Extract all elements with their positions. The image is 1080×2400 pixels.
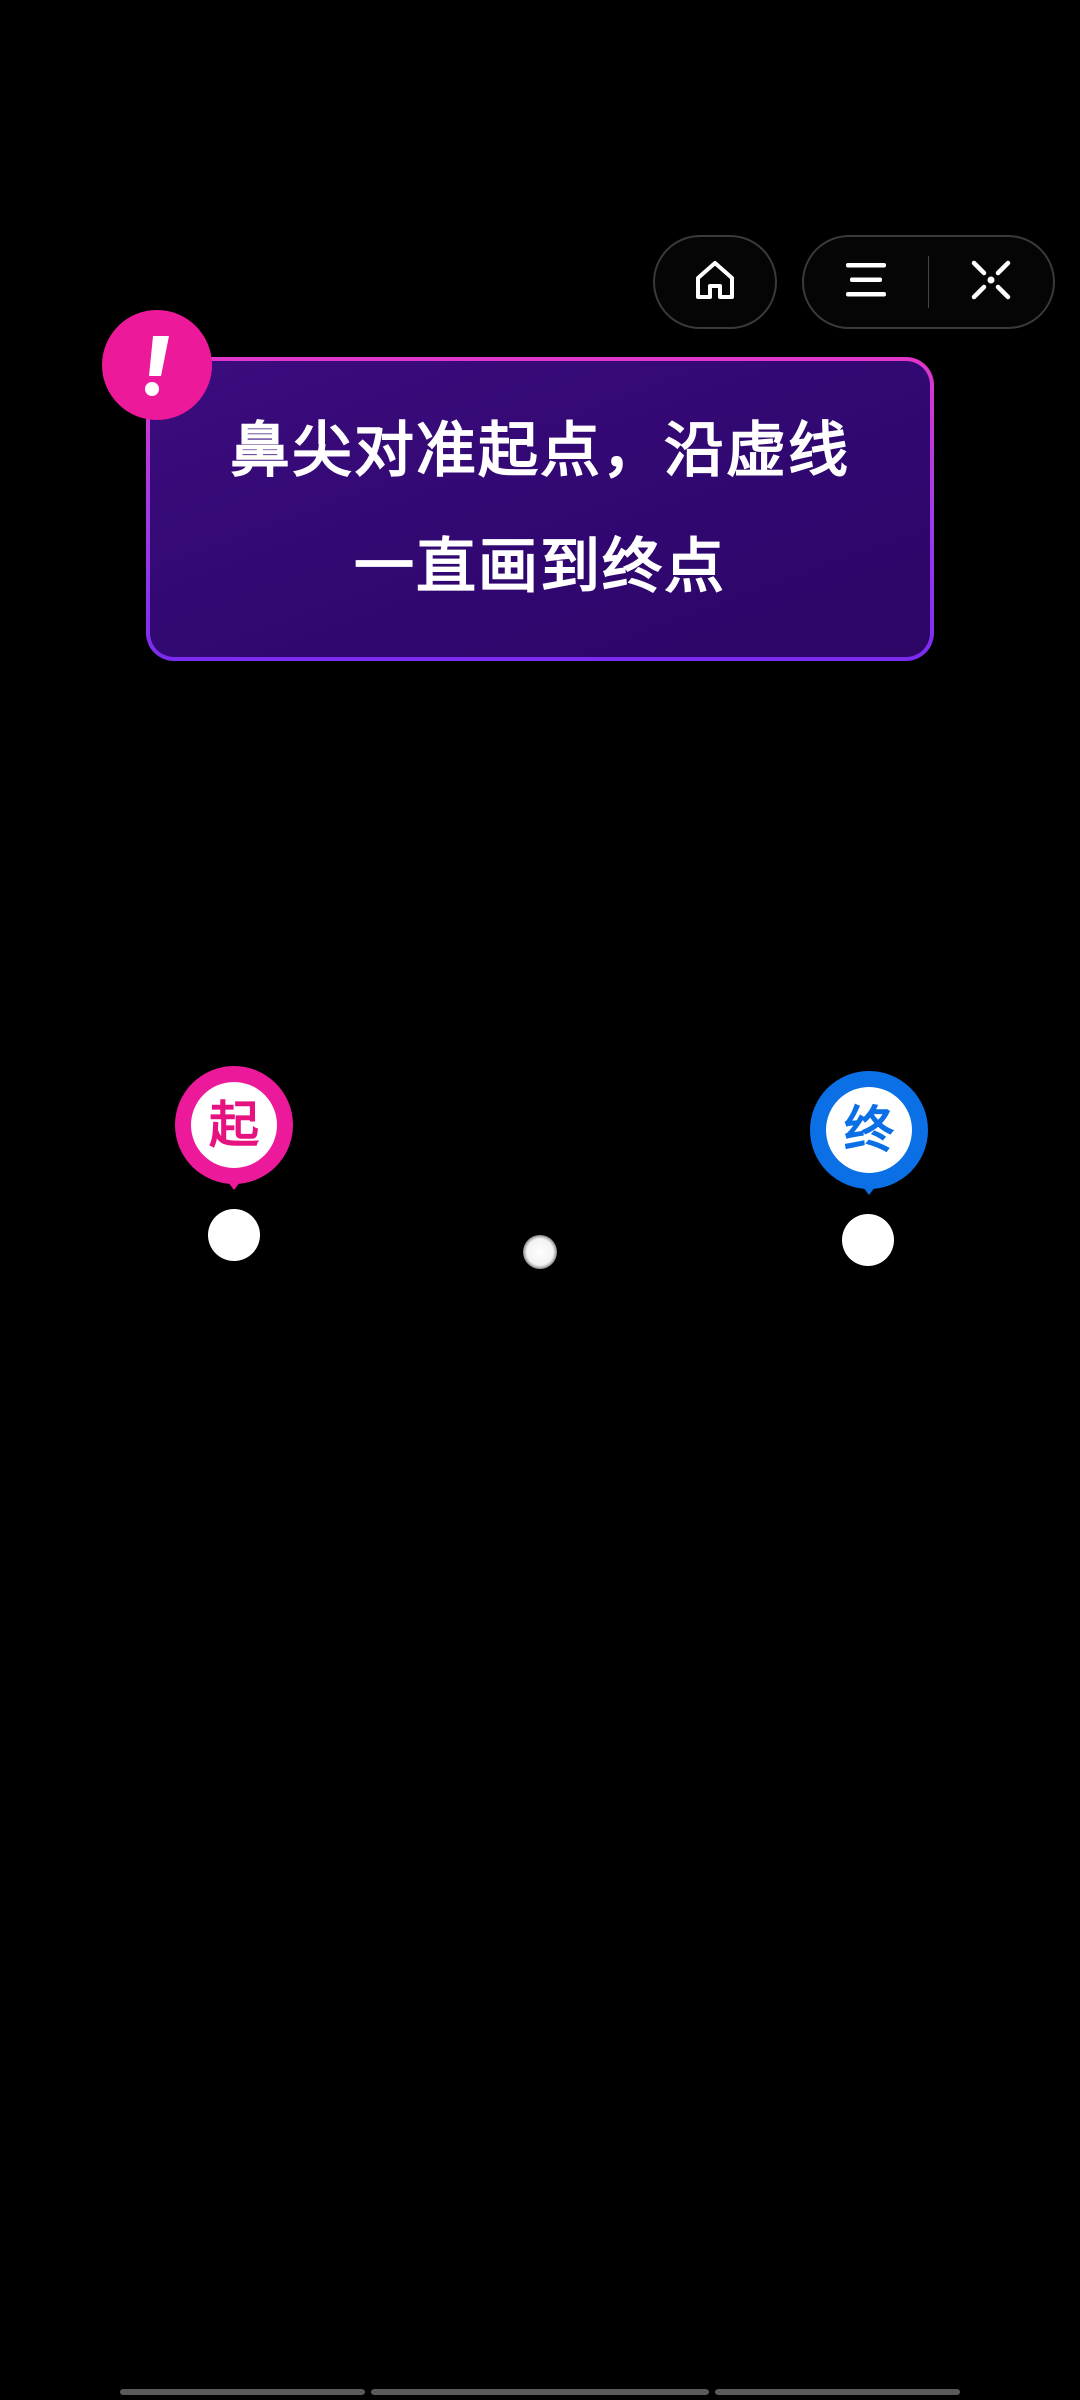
nose-cursor-dot xyxy=(523,1235,557,1269)
progress-segment xyxy=(715,2389,960,2395)
instruction-line-2: 一直画到终点 xyxy=(354,532,726,602)
progress-segment xyxy=(371,2389,709,2395)
home-icon xyxy=(692,257,738,307)
start-point xyxy=(208,1209,260,1261)
instruction-line-1: 鼻尖对准起点，沿虚线 xyxy=(230,416,850,486)
start-marker: 起 xyxy=(174,1065,294,1190)
end-marker-label: 终 xyxy=(826,1087,912,1173)
end-marker: 终 xyxy=(809,1070,929,1195)
home-button[interactable] xyxy=(653,235,777,329)
menu-close-group xyxy=(802,235,1055,329)
menu-icon xyxy=(844,260,888,304)
close-icon xyxy=(968,257,1014,307)
start-marker-label: 起 xyxy=(191,1082,277,1168)
menu-button[interactable] xyxy=(804,237,928,327)
end-point xyxy=(842,1214,894,1266)
close-button[interactable] xyxy=(929,237,1053,327)
progress-segment xyxy=(120,2389,365,2395)
exclamation-icon xyxy=(102,310,212,420)
instruction-banner: 鼻尖对准起点，沿虚线 一直画到终点 xyxy=(146,357,934,661)
